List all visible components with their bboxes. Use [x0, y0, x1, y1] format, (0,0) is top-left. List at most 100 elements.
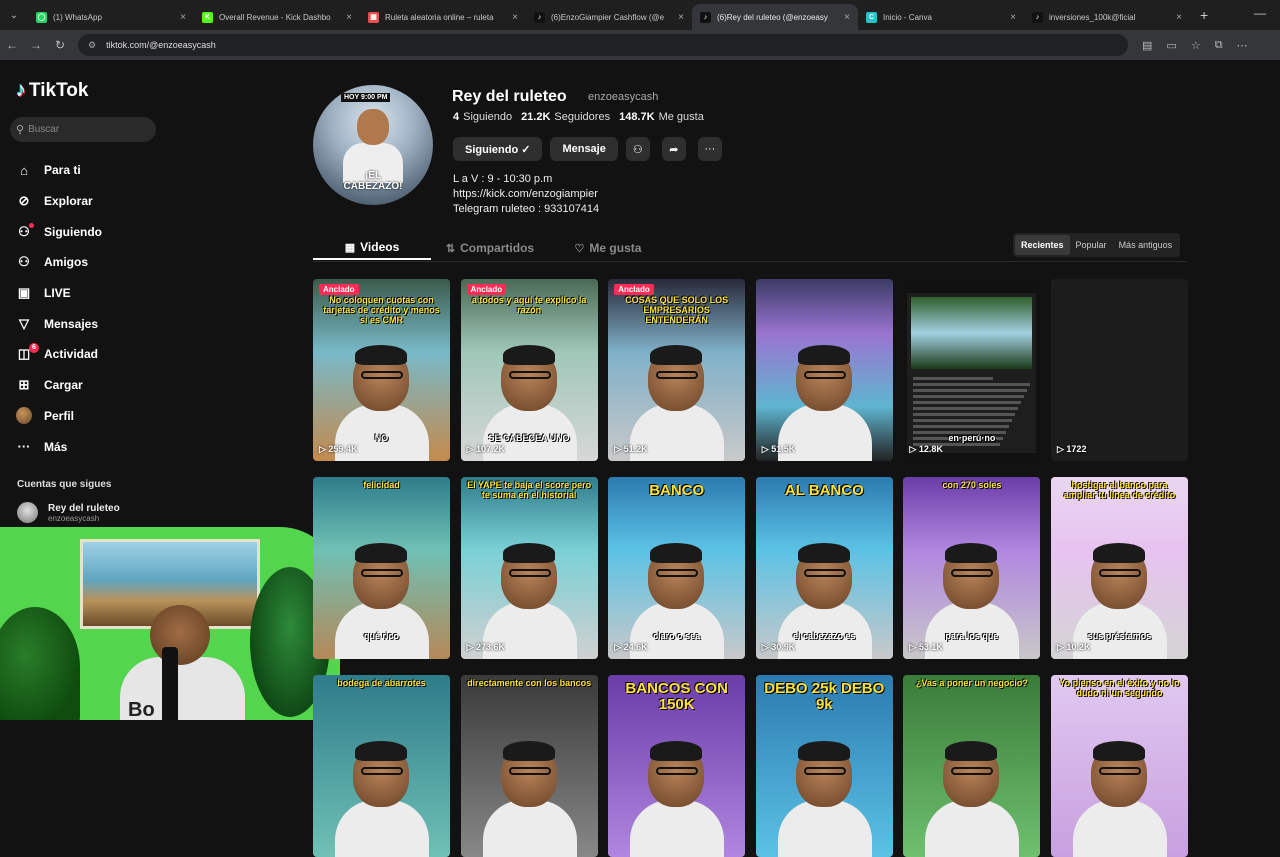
site-info-icon[interactable]: ⚙ — [88, 40, 96, 51]
video-caption: felicidad — [363, 480, 400, 490]
sidebar-item-cargar[interactable]: ⊞ Cargar — [16, 370, 166, 401]
play-icon: ▷ — [761, 642, 772, 652]
sort-recent-button[interactable]: Recientes — [1015, 235, 1070, 255]
message-button[interactable]: Mensaje — [550, 137, 618, 161]
browser-tab[interactable]: C Inicio - Canva × — [858, 4, 1024, 30]
video-thumbnail[interactable]: bodega de abarrotes — [313, 675, 450, 857]
tab-videos[interactable]: ▦ Videos — [313, 236, 431, 260]
video-thumbnail[interactable]: ¿Vas a poner un negocio? — [903, 675, 1041, 857]
video-thumbnail[interactable]: felicidad qué rico — [313, 477, 450, 659]
video-thumbnail[interactable]: No coloquen cuotas con tarjetas de crédi… — [313, 279, 450, 461]
tab-close-icon[interactable]: × — [844, 12, 850, 23]
tab-close-icon[interactable]: × — [346, 12, 352, 23]
video-thumbnail[interactable]: ▷ 51.5K — [755, 279, 893, 461]
sidebar-item-para-ti[interactable]: ⌂ Para ti — [16, 155, 166, 186]
tab-label: Compartidos — [460, 241, 535, 255]
tab-close-icon[interactable]: × — [678, 12, 684, 23]
tab-close-icon[interactable]: × — [180, 12, 186, 23]
video-caption: BANCOS CON 150K — [625, 680, 728, 713]
stat-following[interactable]: 4 Siguiendo — [453, 111, 512, 123]
stat-followers[interactable]: 21.2K Seguidores — [521, 111, 610, 123]
browser-tab[interactable]: ♪ (6)Rey del ruleteo (@enzoeasy × — [692, 4, 858, 30]
profile-name: Rey del ruleteo — [452, 88, 567, 105]
video-subtitle: NO — [374, 433, 389, 443]
sidebar-item-explorar[interactable]: ⊘ Explorar — [16, 186, 166, 217]
sidebar-item-perfil[interactable]: Perfil — [16, 401, 166, 432]
cast-icon[interactable]: ▭ — [1166, 39, 1176, 52]
browser-tab[interactable]: K Overall Revenue - Kick Dashbo × — [194, 4, 360, 30]
new-tab-button[interactable]: + — [1200, 7, 1208, 23]
friends-icon: ⚇ — [18, 254, 30, 270]
back-icon[interactable]: ← — [0, 38, 24, 52]
video-thumbnail[interactable]: en·perú·no ▷ 12.8K — [903, 279, 1041, 461]
window-minimize-icon[interactable]: — — [1254, 6, 1266, 20]
video-thumbnail[interactable]: AL BANCO el cabezazo es ▷ 30.9K — [755, 477, 893, 659]
video-thumbnail[interactable]: a todos y aquí te explico la razón Anclad… — [460, 279, 598, 461]
sidebar-item-actividad[interactable]: ◫ 6 Actividad — [16, 339, 166, 370]
tab-shared[interactable]: ⇅ Compartidos — [431, 236, 549, 260]
glasses — [656, 371, 699, 379]
video-thumbnail[interactable]: BANCO claro o sea ▷ 24.6K — [608, 477, 746, 659]
sidebar-item-mensajes[interactable]: ▽ Mensajes — [16, 308, 166, 339]
following-button[interactable]: Siguiendo ✓ — [453, 137, 543, 161]
video-thumbnail[interactable]: El YAPE te baja el score pero te suma en… — [460, 477, 598, 659]
add-friend-icon[interactable]: ⚇ — [625, 137, 650, 161]
glasses — [1099, 767, 1141, 775]
thumbnail-background — [1051, 279, 1188, 461]
translate-icon[interactable]: ▤ — [1142, 39, 1152, 52]
text-line — [913, 425, 1010, 428]
more-options-icon[interactable]: ··· — [697, 137, 722, 161]
video-thumbnail[interactable]: con 270 soles para los que ▷ 53.1K — [903, 477, 1041, 659]
person-hair — [797, 543, 850, 563]
person-hair — [945, 741, 998, 761]
bio-link[interactable]: https://kick.com/enzogiampier — [453, 187, 599, 202]
browser-tab[interactable]: ♪ (6)EnzoGiampier Cashflow (@e × — [526, 4, 692, 30]
search-input[interactable]: ⚲ Buscar — [10, 117, 156, 142]
video-thumbnail[interactable]: DEBO 25k DEBO 9k — [755, 675, 893, 857]
person-hair — [945, 543, 998, 563]
tab-title: (1) WhatsApp — [53, 12, 102, 22]
bookmark-star-icon[interactable]: ☆ — [1191, 39, 1201, 52]
glasses — [656, 767, 699, 775]
menu-icon[interactable]: ⋯ — [1237, 39, 1248, 52]
tab-search-icon[interactable]: ⌄ — [0, 0, 28, 30]
forward-icon[interactable]: → — [24, 38, 48, 52]
profile-handle: enzoeasycash — [588, 91, 659, 103]
video-thumbnail[interactable]: ▷ 1722 — [1051, 279, 1188, 461]
sidebar-item-live[interactable]: ▣ LIVE — [16, 278, 166, 309]
video-thumbnail[interactable]: hostigar al banco para ampliar tu línea … — [1051, 477, 1188, 659]
tab-close-icon[interactable]: × — [1176, 12, 1182, 23]
tab-close-icon[interactable]: × — [1010, 12, 1016, 23]
sort-popular-button[interactable]: Popular — [1070, 235, 1113, 255]
video-thumbnail[interactable]: directamente con los bancos — [460, 675, 598, 857]
browser-tab[interactable]: ▦ Ruleta aleatoria online – ruleta × — [360, 4, 526, 30]
sidebar-item-amigos[interactable]: ⚇ Amigos — [16, 247, 166, 278]
tiktok-logo[interactable]: ♪ TikTok — [16, 79, 88, 102]
sidebar-item-siguiendo[interactable]: ⚇ Siguiendo — [16, 216, 166, 247]
following-account-item[interactable]: Rey del ruleteo enzoeasycash — [17, 502, 120, 523]
sidebar-item-mas[interactable]: ··· Más — [16, 431, 166, 462]
extensions-icon[interactable]: ⧉ — [1215, 39, 1223, 52]
share-icon[interactable]: ➦ — [661, 137, 686, 161]
sort-oldest-button[interactable]: Más antiguos — [1113, 235, 1179, 255]
view-count: ▷ 53.1K — [909, 642, 942, 653]
tab-close-icon[interactable]: × — [512, 12, 518, 23]
browser-tab[interactable]: ◯ (1) WhatsApp × — [28, 4, 194, 30]
profile-avatar[interactable]: HOY 9:00 PM ¡EL CABEZAZO! — [313, 85, 433, 205]
video-thumbnail[interactable]: COSAS QUE SOLO LOS EMPRESARIOS ENTENDERÁ… — [608, 279, 746, 461]
glasses — [803, 569, 846, 577]
browser-tab-bar: ⌄ ◯ (1) WhatsApp × K Overall Revenue - Kick … — [0, 0, 1280, 30]
browser-tab[interactable]: ♪ inversiones_100k@ficial × — [1024, 4, 1190, 30]
reload-icon[interactable]: ↻ — [48, 38, 72, 52]
video-caption: a todos y aquí te explico la razón — [471, 295, 587, 315]
play-icon: ▷ — [466, 444, 477, 454]
video-thumbnail[interactable]: Yo pienso en el éxito y no lo dudo ni un… — [1051, 675, 1188, 857]
video-thumbnail[interactable]: BANCOS CON 150K — [608, 675, 746, 857]
url-field[interactable]: ⚙ tiktok.com/@enzoeasycash — [78, 34, 1128, 56]
text-line — [913, 401, 1022, 404]
bio-line: L a V : 9 - 10:30 p.m — [453, 173, 553, 185]
tab-liked[interactable]: ♡ Me gusta — [549, 236, 667, 260]
play-icon: ▷ — [1057, 642, 1067, 652]
view-count: ▷ 12.8K — [909, 444, 942, 455]
video-caption: El YAPE te baja el score pero te suma en… — [467, 480, 592, 500]
